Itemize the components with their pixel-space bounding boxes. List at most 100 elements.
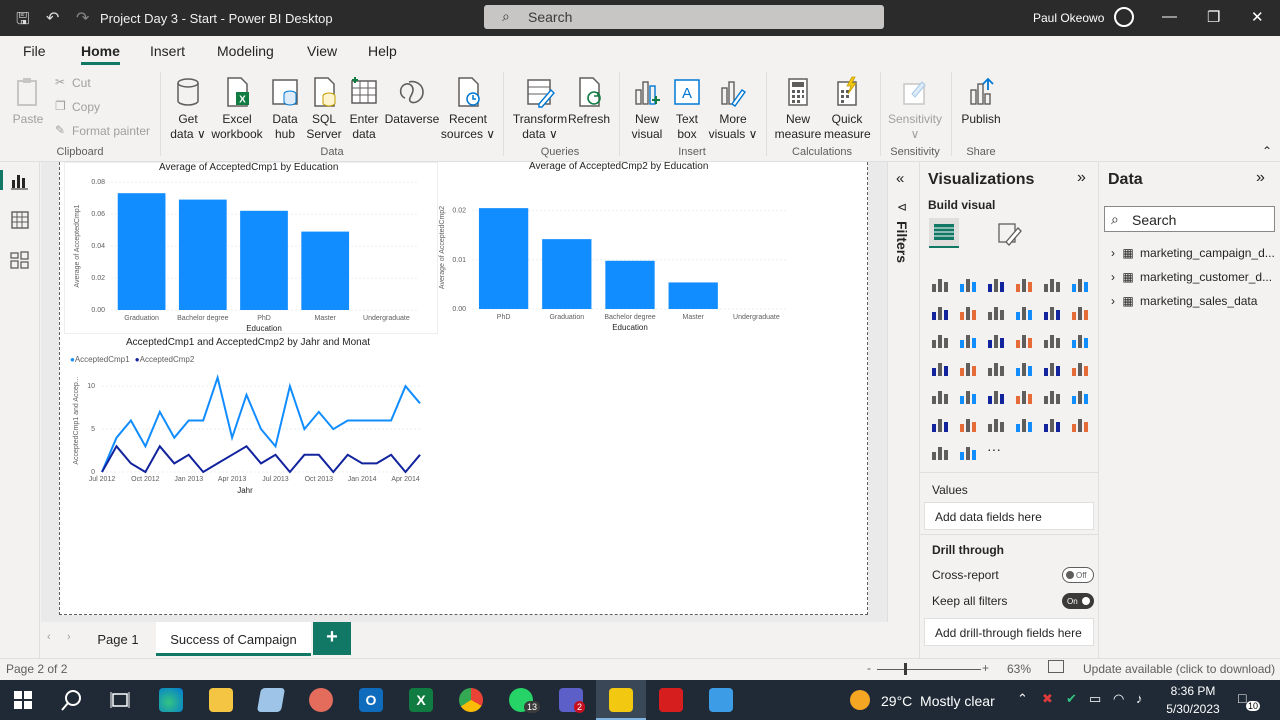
scatter-icon[interactable] [986,330,1006,350]
cross-report-toggle[interactable]: Off [1062,567,1094,583]
sql-server-button[interactable]: SQL Server [304,76,344,142]
acrobat-icon[interactable] [659,688,683,712]
excel-workbook-button[interactable]: X Excel workbook [208,76,266,142]
ribbon-icon[interactable] [1070,302,1090,322]
save-icon[interactable]: 🖫 [16,8,30,35]
matrix-icon[interactable] [986,386,1006,406]
clustered-bar-icon[interactable] [986,274,1006,294]
restore-icon[interactable]: ❐ [1207,8,1220,26]
more-visuals-button[interactable]: More visuals ∨ [706,76,760,142]
stacked-column-icon[interactable] [958,274,978,294]
values-well[interactable]: Add data fields here [924,502,1094,530]
dataverse-button[interactable]: Dataverse [384,76,440,127]
more-options-icon[interactable]: ··· [987,441,1001,457]
tab-file[interactable]: File [23,43,46,59]
weather-icon[interactable] [850,690,870,710]
excel-taskbar-icon[interactable]: X [409,688,433,712]
chrome-icon[interactable] [459,688,483,712]
filters-pane-collapsed[interactable]: « ⊲ Filters [887,162,919,622]
page-tab-2[interactable]: Success of Campaign [156,622,311,656]
qa-icon[interactable] [958,414,978,434]
new-measure-button[interactable]: New measure [772,76,824,142]
paste-button[interactable]: Paste [10,76,46,127]
avatar-icon[interactable] [1114,7,1134,27]
copy-button[interactable]: Copy [72,100,100,114]
minimize-icon[interactable]: — [1162,8,1177,25]
redo-icon[interactable]: ↷ [76,8,89,28]
security-icon[interactable]: ✖ [1042,691,1053,707]
data-hub-button[interactable]: Data hub [266,76,304,142]
get-data-button[interactable]: Get data ∨ [168,76,208,142]
tab-home[interactable]: Home [81,43,120,65]
refresh-button[interactable]: Refresh [568,76,610,127]
power-bi-icon[interactable] [609,688,633,712]
weather-text[interactable]: 29°C Mostly clear [881,693,995,709]
zoom-out-button[interactable]: - [867,661,871,675]
recent-sources-button[interactable]: Recent sources ∨ [440,76,496,142]
tab-insert[interactable]: Insert [150,43,185,59]
report-canvas[interactable]: Average of AcceptedCmp1 by Education 0.0… [59,161,868,615]
decomposition-tree-icon[interactable] [930,414,950,434]
line-column-icon[interactable] [1014,302,1034,322]
notification-center-icon[interactable]: □ [1238,690,1246,706]
update-notice[interactable]: Update available (click to download) [1083,662,1275,676]
text-box-button[interactable]: A Text box [668,76,706,142]
notepad-icon[interactable] [256,688,286,712]
table-view-icon[interactable] [10,211,30,229]
tab-view[interactable]: View [307,43,337,59]
area-icon[interactable] [958,302,978,322]
zoom-slider-thumb[interactable] [904,663,907,675]
visual-bar-chart-2[interactable]: Average of AcceptedCmp2 by Education 0.0… [438,161,808,334]
clustered-column-icon[interactable] [1014,274,1034,294]
metrics-icon[interactable] [1014,414,1034,434]
visual-line-chart[interactable]: AcceptedCmp1 and AcceptedCmp2 by Jahr an… [64,336,438,514]
waterfall-icon[interactable] [930,330,950,350]
line-clustered-icon[interactable] [1042,302,1062,322]
collapse-ribbon-icon[interactable]: ⌃ [1262,144,1272,158]
drill-through-well[interactable]: Add drill-through fields here [924,618,1094,646]
model-view-icon[interactable] [10,251,30,269]
edge-icon[interactable] [159,688,183,712]
kpi-icon[interactable] [1070,358,1090,378]
publish-button[interactable]: Publish [956,76,1006,127]
filters-label[interactable]: Filters [894,217,910,267]
file-explorer-icon[interactable] [209,688,233,712]
enter-data-button[interactable]: Enter data [344,76,384,142]
windows-start-icon[interactable] [14,691,32,709]
100-bar-icon[interactable] [1042,274,1062,294]
key-influencers-icon[interactable] [1070,386,1090,406]
keep-filters-toggle[interactable]: On [1062,593,1094,609]
stacked-area-icon[interactable] [986,302,1006,322]
defender-icon[interactable]: ✔ [1066,691,1077,707]
add-page-button[interactable]: + [313,622,351,655]
task-view-icon[interactable] [110,690,130,710]
user-name[interactable]: Paul Okeowo [1033,11,1104,25]
filled-map-icon[interactable] [958,358,978,378]
table-item[interactable]: › ▦ marketing_sales_data [1111,294,1257,308]
transform-data-button[interactable]: Transform data ∨ [510,76,570,142]
tab-help[interactable]: Help [368,43,397,59]
stacked-bar-icon[interactable] [930,274,950,294]
gauge-icon[interactable] [986,358,1006,378]
visual-bar-chart-1[interactable]: Average of AcceptedCmp1 by Education 0.0… [64,162,438,334]
photos-icon[interactable] [709,688,733,712]
clock-date[interactable]: 5/30/2023 [1160,702,1226,716]
table-icon[interactable] [958,386,978,406]
map-icon[interactable] [930,358,950,378]
r-visual-icon[interactable] [1014,386,1034,406]
100-column-icon[interactable] [1070,274,1090,294]
page-tab-1[interactable]: Page 1 [85,622,151,656]
prev-page-icon[interactable]: ‹ [47,631,51,643]
power-apps-icon[interactable] [930,442,950,462]
quick-measure-button[interactable]: Quick measure [824,76,871,142]
battery-icon[interactable]: ▭ [1089,691,1101,707]
search-box[interactable]: ⌕ Search [484,5,884,29]
pie-icon[interactable] [1014,330,1034,350]
funnel-icon[interactable] [958,330,978,350]
power-automate-icon[interactable] [958,442,978,462]
next-page-icon[interactable]: › [67,631,71,643]
new-visual-button[interactable]: New visual [626,76,668,142]
table-item[interactable]: › ▦ marketing_campaign_d... [1111,246,1275,260]
donut-icon[interactable] [1042,330,1062,350]
table-item[interactable]: › ▦ marketing_customer_d... [1111,270,1272,284]
